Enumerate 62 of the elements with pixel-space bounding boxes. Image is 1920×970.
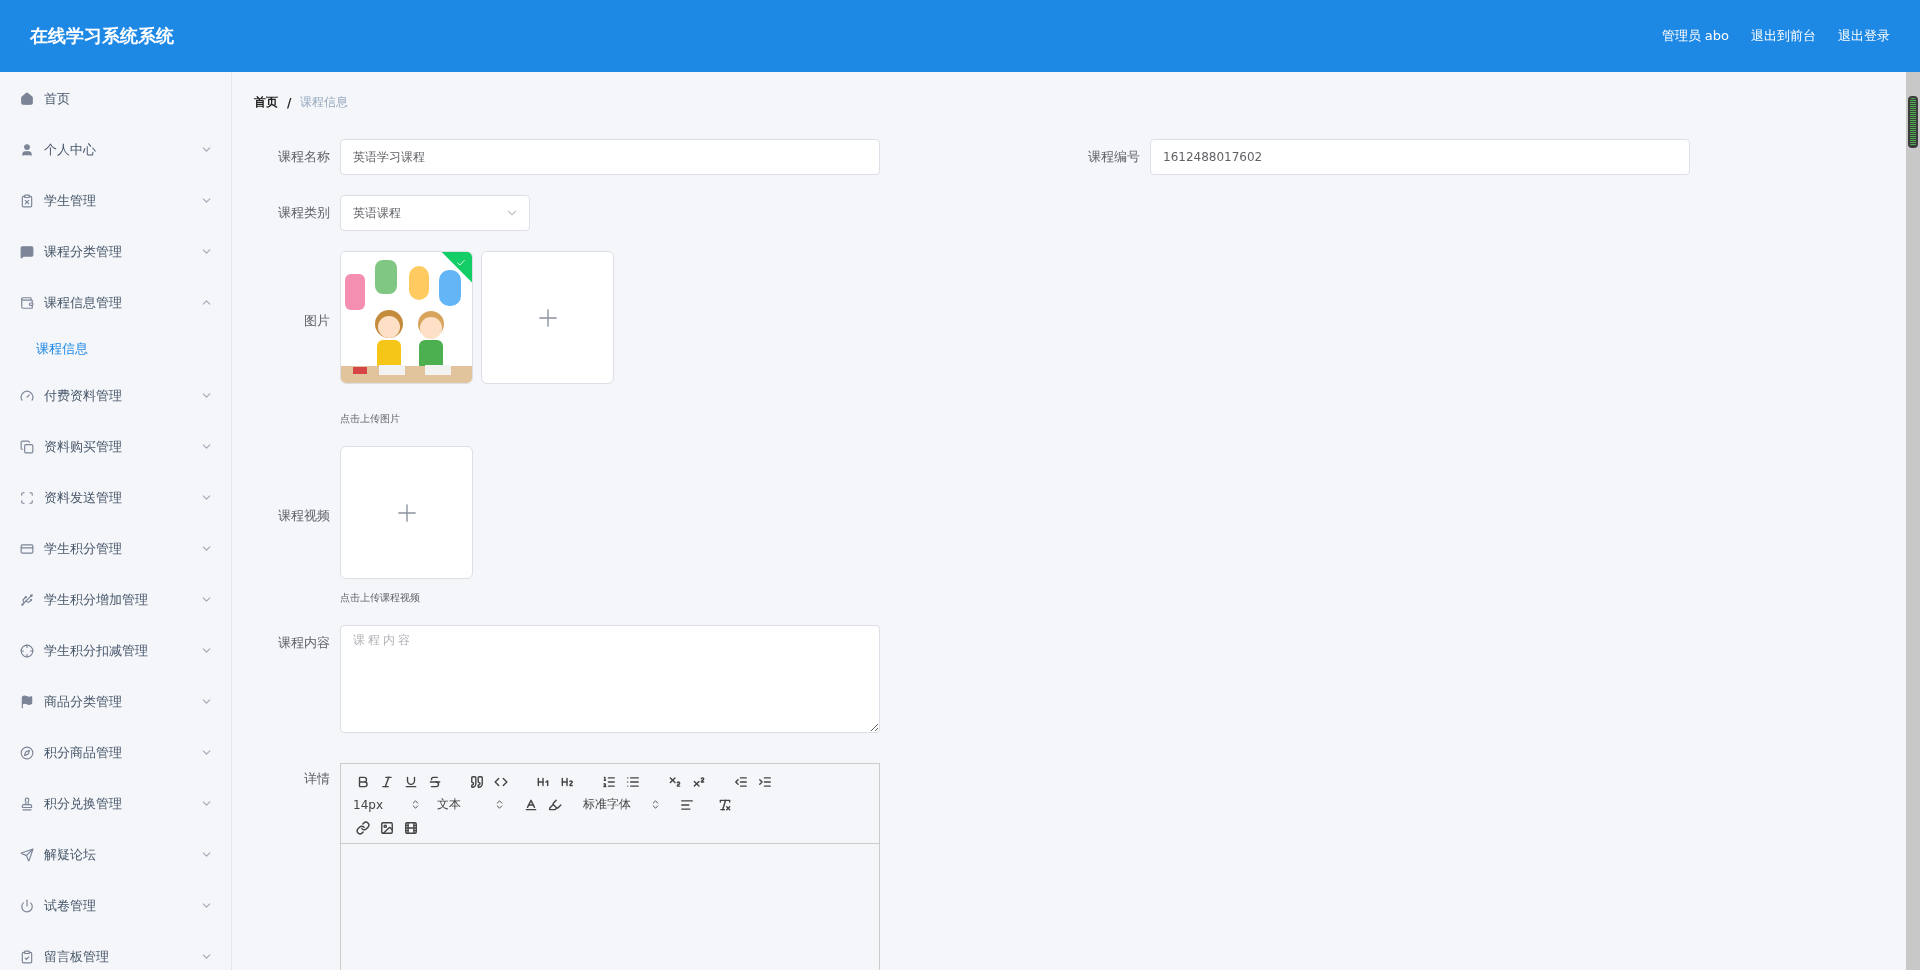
gauge-icon — [20, 388, 34, 403]
chat-icon — [20, 244, 34, 259]
breadcrumb-item[interactable]: 首页 — [254, 94, 278, 111]
home-icon — [20, 91, 34, 106]
field-label: 课程名称 — [277, 148, 330, 166]
font-select[interactable]: 标准字体 — [581, 795, 661, 814]
up-down-icon — [494, 799, 505, 810]
text-field[interactable]: 1612488017602 — [1150, 139, 1690, 175]
rich-text-editor[interactable]: 14px 文本 标准字体 — [340, 763, 880, 970]
user-icon — [20, 142, 34, 157]
scrollbar[interactable] — [1906, 72, 1920, 970]
header-link[interactable]: 管理员 abo — [1661, 27, 1729, 45]
field-label: 详情 — [303, 770, 330, 788]
flag-icon — [20, 694, 34, 709]
font-size-select[interactable]: 14px — [351, 795, 421, 814]
field-label: 课程内容 — [277, 634, 330, 652]
sidebar-item[interactable]: 资料发送管理 — [0, 472, 231, 523]
content-textarea[interactable]: 课程内容 — [340, 625, 880, 733]
app-title: 在线学习系统系统 — [30, 24, 174, 48]
sidebar-item[interactable]: 学生积分管理 — [0, 523, 231, 574]
sidebar-item[interactable]: 首页 — [0, 73, 231, 124]
sidebar-item[interactable]: 积分商品管理 — [0, 727, 231, 778]
copy-icon — [20, 439, 34, 454]
sidebar-item[interactable]: 试卷管理 — [0, 880, 231, 931]
text-field[interactable]: 英语学习课程 — [340, 139, 880, 175]
sidebar-item[interactable]: 解疑论坛 — [0, 829, 231, 880]
sidebar-item[interactable]: 学生积分增加管理 — [0, 574, 231, 625]
wallet-icon — [20, 295, 34, 310]
power-icon — [20, 898, 34, 913]
sidebar-item[interactable]: 付费资料管理 — [0, 370, 231, 421]
clipboard-icon — [20, 193, 34, 208]
crosshair-icon — [20, 643, 34, 658]
sidebar-item[interactable]: 学生积分扣减管理 — [0, 625, 231, 676]
sidebar-item[interactable]: 学生管理 — [0, 175, 231, 226]
sidebar-item[interactable]: 积分兑换管理 — [0, 778, 231, 829]
header-link[interactable]: 退出到前台 — [1751, 27, 1816, 45]
category-select[interactable]: 英语课程 — [340, 195, 530, 231]
sidebar-item[interactable]: 课程分类管理 — [0, 226, 231, 277]
compass-icon — [20, 745, 34, 760]
sidebar-item[interactable]: 课程信息管理 — [0, 277, 231, 328]
upload-hint: 点击上传图片 — [340, 412, 401, 426]
header-link[interactable]: 退出登录 — [1838, 27, 1890, 45]
sidebar-item[interactable]: 商品分类管理 — [0, 676, 231, 727]
field-label: 课程类别 — [277, 204, 330, 222]
sidebar-item[interactable]: 留言板管理 — [0, 931, 231, 970]
up-down-icon — [410, 799, 421, 810]
field-label: 课程编号 — [1087, 148, 1140, 166]
upload-hint: 点击上传课程视频 — [340, 591, 421, 605]
breadcrumb-separator: / — [287, 95, 292, 110]
format-select[interactable]: 文本 — [435, 795, 505, 814]
clipboard-check-icon — [20, 949, 34, 964]
send-icon — [20, 847, 34, 862]
field-label: 图片 — [303, 312, 330, 330]
up-down-icon — [650, 799, 661, 810]
stamp-icon — [20, 796, 34, 811]
sidebar-item[interactable]: 资料购买管理 — [0, 421, 231, 472]
field-label: 课程视频 — [277, 507, 330, 525]
sidebar-item[interactable]: 个人中心 — [0, 124, 231, 175]
card-icon — [20, 541, 34, 556]
sidebar-subitem[interactable]: 课程信息 — [0, 328, 231, 370]
scan-icon — [20, 490, 34, 505]
plug-icon — [20, 592, 34, 607]
